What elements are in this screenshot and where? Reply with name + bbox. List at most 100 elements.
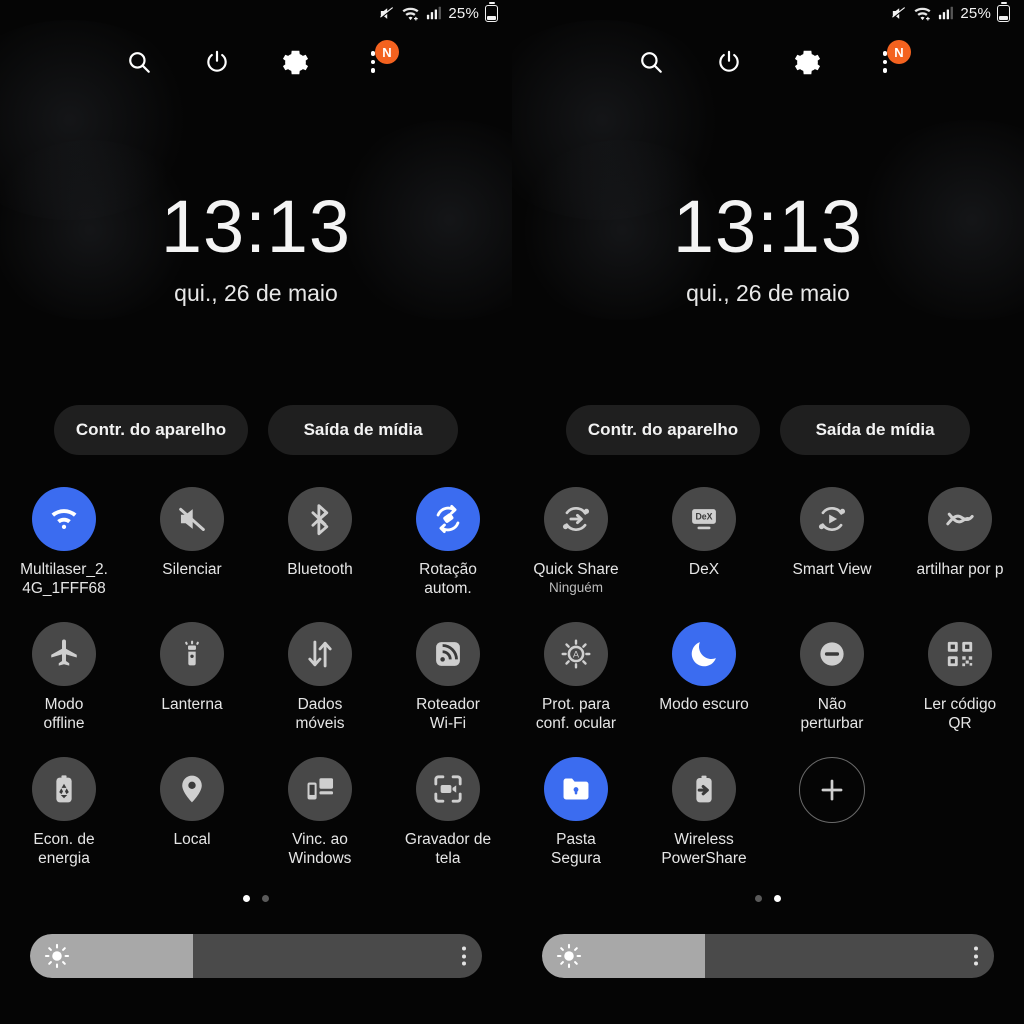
brightness-slider[interactable] xyxy=(30,934,482,978)
overflow-menu-icon[interactable]: N xyxy=(865,40,911,82)
add-plus-icon[interactable] xyxy=(799,757,865,823)
quick-tile-auto-rotate[interactable]: Rotação autom. xyxy=(384,487,512,622)
search-icon[interactable] xyxy=(119,42,159,82)
dark-mode-moon-icon[interactable] xyxy=(672,622,736,686)
quick-tile-wireless-powershare[interactable]: Wireless PowerShare xyxy=(640,757,768,892)
quick-tile-label: Gravador de tela xyxy=(404,831,492,867)
quick-tile-label: Rotação autom. xyxy=(419,561,477,597)
brightness-options-icon[interactable] xyxy=(462,946,466,966)
media-output-button[interactable]: Saída de mídia xyxy=(268,405,459,455)
quick-tile-bluetooth[interactable]: Bluetooth xyxy=(256,487,384,622)
flashlight-icon[interactable] xyxy=(160,622,224,686)
panel-action-pills: Contr. do aparelho Saída de mídia xyxy=(0,405,512,455)
page-dot[interactable] xyxy=(755,895,762,902)
quick-tile-label: Vinc. ao Windows xyxy=(288,831,352,867)
quick-tile-mobile-data[interactable]: Dados móveis xyxy=(256,622,384,757)
settings-gear-icon[interactable] xyxy=(787,42,827,82)
power-icon[interactable] xyxy=(709,42,749,82)
quick-tile-sublabel: Ninguém xyxy=(548,580,604,595)
nearby-share-icon[interactable] xyxy=(928,487,992,551)
quick-tile-airplane[interactable]: Modo offline xyxy=(0,622,128,757)
quick-tile-quick-share[interactable]: Quick Share Ninguém xyxy=(512,487,640,622)
quick-tile-eye-comfort-shield[interactable]: A Prot. para conf. ocular xyxy=(512,622,640,757)
quick-tile-label: Modo escuro xyxy=(659,696,749,713)
svg-text:DeX: DeX xyxy=(695,512,712,522)
lockscreen-clock: 13:13 qui., 26 de maio xyxy=(512,190,1024,307)
dex-icon[interactable]: DeX xyxy=(672,487,736,551)
do-not-disturb-icon[interactable] xyxy=(800,622,864,686)
overflow-menu-icon[interactable]: N xyxy=(353,40,399,82)
quick-panel-page-2: 25% N 13:13 qui., 26 de maio Contr. do a… xyxy=(512,0,1024,1024)
location-pin-icon[interactable] xyxy=(160,757,224,821)
quick-tile-nearby-share[interactable]: artilhar por p xyxy=(896,487,1024,622)
quick-tile-wifi[interactable]: Multilaser_2. 4G_1FFF68 xyxy=(0,487,128,622)
power-icon[interactable] xyxy=(197,42,237,82)
panel-action-pills: Contr. do aparelho Saída de mídia xyxy=(512,405,1024,455)
quick-settings-row: Modo offline Lanterna Dados móveis Roteador… xyxy=(0,622,512,757)
mute-icon xyxy=(890,5,907,22)
airplane-icon[interactable] xyxy=(32,622,96,686)
device-control-button[interactable]: Contr. do aparelho xyxy=(565,405,761,455)
wireless-powershare-icon[interactable] xyxy=(672,757,736,821)
svg-text:A: A xyxy=(573,649,580,659)
quick-tile-label: Prot. para conf. ocular xyxy=(535,696,617,732)
qr-code-icon[interactable] xyxy=(928,622,992,686)
quick-tile-link-to-windows[interactable]: Vinc. ao Windows xyxy=(256,757,384,892)
search-icon[interactable] xyxy=(631,42,671,82)
quick-tile-secure-folder[interactable]: Pasta Segura xyxy=(512,757,640,892)
power-saving-icon[interactable] xyxy=(32,757,96,821)
quick-tile-label: Roteador Wi-Fi xyxy=(416,696,480,732)
quick-tile-label: Silenciar xyxy=(162,561,222,578)
quick-tile-label: Lanterna xyxy=(161,696,223,713)
page-dot[interactable] xyxy=(243,895,250,902)
quick-share-icon[interactable] xyxy=(544,487,608,551)
bluetooth-icon[interactable] xyxy=(288,487,352,551)
page-indicator xyxy=(512,895,1024,902)
quick-tile-screen-recorder[interactable]: Gravador de tela xyxy=(384,757,512,892)
quick-settings-row: Multilaser_2. 4G_1FFF68 Silenciar Bluetoot… xyxy=(0,487,512,622)
quick-tile-dark-mode-moon[interactable]: Modo escuro xyxy=(640,622,768,757)
quick-tile-flashlight[interactable]: Lanterna xyxy=(128,622,256,757)
brightness-sun-icon xyxy=(556,943,582,969)
quick-tile-label: DeX xyxy=(688,561,720,578)
hotspot-icon[interactable] xyxy=(416,622,480,686)
quick-tile-label: Wireless PowerShare xyxy=(661,831,747,867)
quick-tile-label: Dados móveis xyxy=(295,696,345,732)
lockscreen-clock: 13:13 qui., 26 de maio xyxy=(0,190,512,307)
quick-settings-row: A Prot. para conf. ocular Modo escuro Não p… xyxy=(512,622,1024,757)
brightness-slider[interactable] xyxy=(542,934,994,978)
eye-comfort-shield-icon[interactable]: A xyxy=(544,622,608,686)
notification-badge: N xyxy=(887,40,911,64)
quick-tile-power-saving[interactable]: Econ. de energia xyxy=(0,757,128,892)
smart-view-icon[interactable] xyxy=(800,487,864,551)
clock-time: 13:13 xyxy=(160,185,352,268)
quick-tile-hotspot[interactable]: Roteador Wi-Fi xyxy=(384,622,512,757)
quick-tile-dex[interactable]: DeX DeX xyxy=(640,487,768,622)
quick-panel-header: N xyxy=(0,38,512,86)
auto-rotate-icon[interactable] xyxy=(416,487,480,551)
quick-tile-qr-code[interactable]: Ler código QR xyxy=(896,622,1024,757)
quick-tile-label: Ler código QR xyxy=(923,696,997,732)
quick-tile-location-pin[interactable]: Local xyxy=(128,757,256,892)
page-dot[interactable] xyxy=(774,895,781,902)
quick-tile-do-not-disturb[interactable]: Não perturbar xyxy=(768,622,896,757)
signal-bars-icon xyxy=(938,5,954,21)
secure-folder-icon[interactable] xyxy=(544,757,608,821)
mobile-data-icon[interactable] xyxy=(288,622,352,686)
quick-tile-add-plus[interactable] xyxy=(768,757,896,892)
link-to-windows-icon[interactable] xyxy=(288,757,352,821)
page-dot[interactable] xyxy=(262,895,269,902)
quick-settings-screenshot: 25% N 13:13 qui., 26 de maio Contr. do a… xyxy=(0,0,1024,1024)
brightness-options-icon[interactable] xyxy=(974,946,978,966)
device-control-button[interactable]: Contr. do aparelho xyxy=(53,405,249,455)
screen-recorder-icon[interactable] xyxy=(416,757,480,821)
quick-tile-mute-speaker[interactable]: Silenciar xyxy=(128,487,256,622)
wifi-icon[interactable] xyxy=(32,487,96,551)
settings-gear-icon[interactable] xyxy=(275,42,315,82)
media-output-button[interactable]: Saída de mídia xyxy=(780,405,971,455)
status-bar: 25% xyxy=(512,0,1024,26)
mute-speaker-icon[interactable] xyxy=(160,487,224,551)
battery-icon xyxy=(485,1,498,22)
clock-time: 13:13 xyxy=(672,185,864,268)
quick-tile-smart-view[interactable]: Smart View xyxy=(768,487,896,622)
